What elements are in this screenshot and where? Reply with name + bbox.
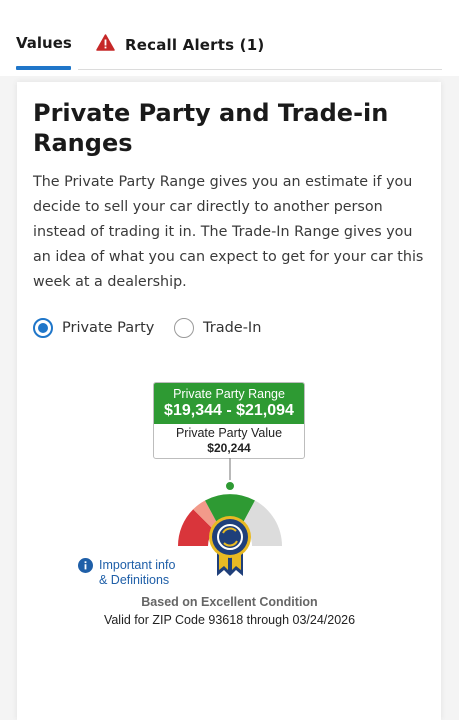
value-amount: $20,244 — [207, 441, 251, 455]
important-info-text: Important info & Definitions — [99, 558, 175, 588]
range-title: Private Party Range — [173, 387, 285, 401]
tab-values[interactable]: Values — [16, 34, 72, 52]
info-circle-icon — [78, 558, 93, 588]
section-description: The Private Party Range gives you an est… — [33, 174, 424, 290]
range-value: $19,344 - $21,094 — [164, 402, 294, 419]
range-callout: Private Party Range $19,344 - $21,094 Pr… — [153, 382, 305, 459]
section-title: Private Party and Trade-in Ranges — [33, 99, 389, 157]
condition-note: Based on Excellent Condition — [141, 595, 318, 609]
warning-triangle-icon — [96, 34, 115, 56]
active-tab-indicator — [16, 66, 71, 70]
value-title: Private Party Value — [175, 426, 283, 440]
radio-button-selected[interactable] — [33, 318, 53, 338]
info-line-2: & Definitions — [99, 573, 170, 587]
info-line-1: Important info — [99, 558, 176, 572]
tab-recall-alerts[interactable]: Recall Alerts (1) — [96, 34, 264, 56]
range-header: Private Party Range $19,344 - $21,094 — [154, 383, 304, 424]
tab-recall-label: Recall Alerts (1) — [125, 36, 265, 54]
range-body: Private Party Value $20,244 — [154, 424, 304, 456]
radio-trade-in[interactable]: Trade-In — [174, 318, 261, 338]
radio-button-unselected[interactable] — [174, 318, 194, 338]
validity-note: Valid for ZIP Code 93618 through 03/24/2… — [103, 613, 356, 627]
tab-divider — [78, 69, 442, 70]
important-info-link[interactable]: Important info & Definitions — [78, 558, 175, 588]
value-gauge-ribbon-icon — [175, 458, 285, 585]
radio-private-party[interactable]: Private Party — [33, 318, 154, 338]
radio-private-party-label: Private Party — [62, 320, 155, 336]
tab-bar: Values Recall Alerts (1) — [0, 0, 459, 76]
radio-trade-in-label: Trade-In — [203, 320, 262, 336]
